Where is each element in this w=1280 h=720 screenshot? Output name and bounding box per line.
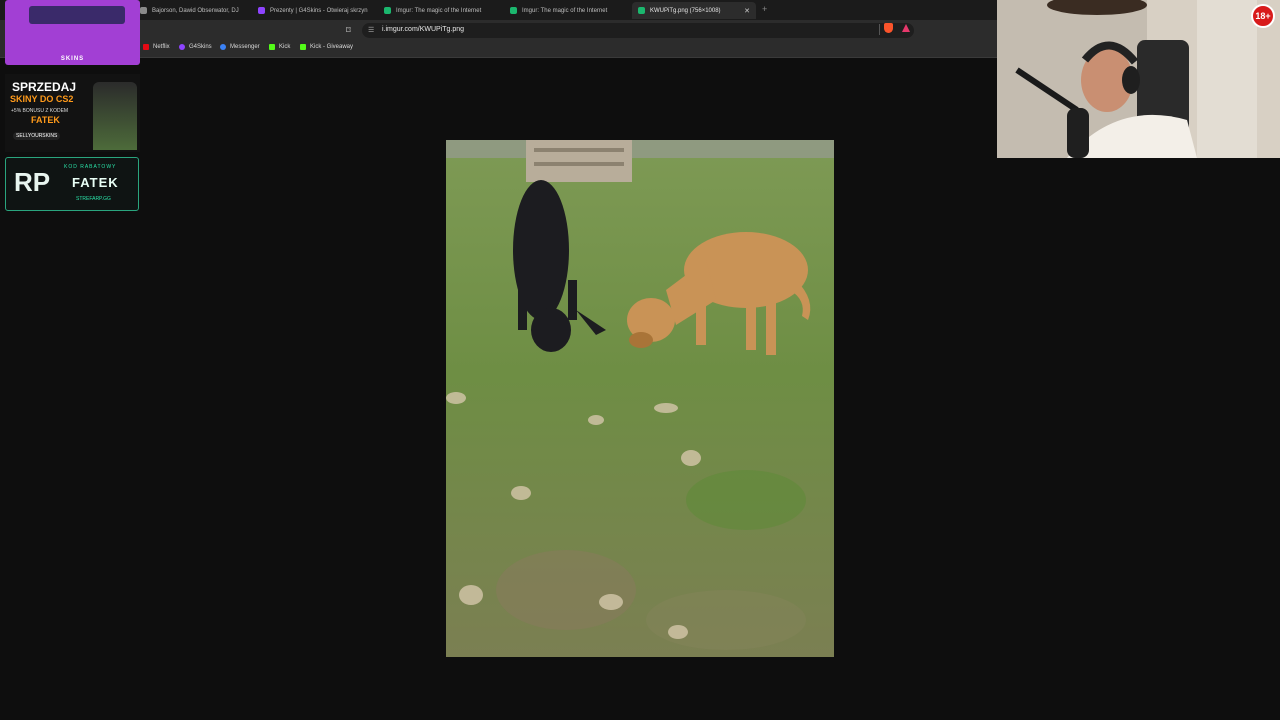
tab-favicon-icon: [510, 7, 517, 14]
browser-toolbar: ⌑ ☰ i.imgur.com/KWUPiTg.png: [0, 20, 997, 41]
tab[interactable]: Imgur: The magic of the Internet: [384, 2, 502, 19]
ad-headline: SPRZEDAJ: [12, 80, 77, 94]
webcam-image: [997, 0, 1280, 158]
tab-label: Prezenty | G4Skins - Otwieraj skrzyn: [270, 7, 368, 14]
mascot-illustration: [93, 82, 137, 150]
promo-banner-plate: [29, 6, 125, 24]
ad-brand: SELLYOURSKINS: [13, 132, 61, 140]
sellyourskins-ad: SPRZEDAJ SKINY DO CS2 +5% BONUSU Z KODEM…: [5, 74, 140, 152]
netflix-icon: [143, 44, 149, 50]
skins-logo: SKINS: [60, 56, 85, 62]
tab[interactable]: Bajorson, Dawid Obserwator, DJ: [140, 2, 250, 19]
toolbar-divider: [879, 24, 880, 35]
g4skins-icon: [179, 44, 185, 50]
webcam-feed: [997, 0, 1280, 158]
dogs-photo[interactable]: [446, 140, 834, 657]
tab-label: Imgur: The magic of the Internet: [522, 7, 608, 14]
tab-favicon-icon: [258, 7, 265, 14]
kick-icon: [269, 44, 275, 50]
tab[interactable]: Imgur: The magic of the Internet: [510, 2, 628, 19]
bookmark-label: Netflix: [153, 44, 170, 50]
tab-bar: Bajorson, Dawid Obserwator, DJ Prezenty …: [0, 0, 997, 20]
kick-icon: [300, 44, 306, 50]
bookmark-label: G4Skins: [189, 44, 212, 50]
ad-subheadline: SKINY DO CS2: [10, 94, 74, 104]
dogs-photo-image: [446, 140, 834, 657]
site-settings-icon[interactable]: ☰: [368, 26, 374, 34]
new-tab-icon[interactable]: +: [762, 4, 767, 14]
brave-rewards-icon[interactable]: [902, 24, 910, 32]
strefarp-ad: RP KOD RABATOWY FATEK STREFARP.GG: [5, 157, 139, 211]
strefarp-site: STREFARP.GG: [76, 196, 111, 202]
bookmarks-bar: Netflix G4Skins Messenger Kick Kick - Gi…: [0, 41, 997, 58]
tab-favicon-icon: [638, 7, 645, 14]
brave-shields-icon[interactable]: [884, 23, 893, 33]
bookmark-kick[interactable]: Kick: [269, 44, 290, 50]
tab-label: Imgur: The magic of the Internet: [396, 7, 482, 14]
tab[interactable]: Prezenty | G4Skins - Otwieraj skrzyn: [258, 2, 376, 19]
bookmark-label: Kick: [279, 44, 291, 50]
bookmark-kick-giveaway[interactable]: Kick - Giveaway: [300, 44, 353, 50]
strefarp-logo: RP: [14, 167, 51, 197]
discount-code: FATEK: [72, 175, 119, 190]
messenger-icon: [220, 44, 226, 50]
close-tab-icon[interactable]: ✕: [744, 7, 756, 15]
tab-favicon-icon: [140, 7, 147, 14]
skins-promo-banner: SKINS: [5, 0, 140, 65]
discount-label: KOD RABATOWY: [64, 164, 117, 170]
bookmark-label: Kick - Giveaway: [310, 44, 354, 50]
bookmark-messenger[interactable]: Messenger: [220, 44, 260, 50]
tab-favicon-icon: [384, 7, 391, 14]
bookmark-g4skins[interactable]: G4Skins: [179, 44, 212, 50]
bookmark-label: Messenger: [230, 44, 260, 50]
bookmark-icon[interactable]: ⌑: [346, 25, 351, 36]
ad-bonus-text: +5% BONUSU Z KODEM: [11, 108, 69, 114]
age-rating-badge: 18+: [1251, 4, 1275, 28]
bookmark-netflix[interactable]: Netflix: [143, 44, 170, 50]
tab-label: Bajorson, Dawid Obserwator, DJ: [152, 7, 239, 14]
url-text: i.imgur.com/KWUPiTg.png: [382, 26, 465, 33]
ad-code: FATEK: [31, 115, 60, 125]
address-bar[interactable]: ☰ i.imgur.com/KWUPiTg.png: [362, 23, 914, 38]
tab-label: KWUPiTg.png (756×1008): [650, 7, 721, 14]
tab-active[interactable]: KWUPiTg.png (756×1008) ✕: [632, 2, 756, 19]
